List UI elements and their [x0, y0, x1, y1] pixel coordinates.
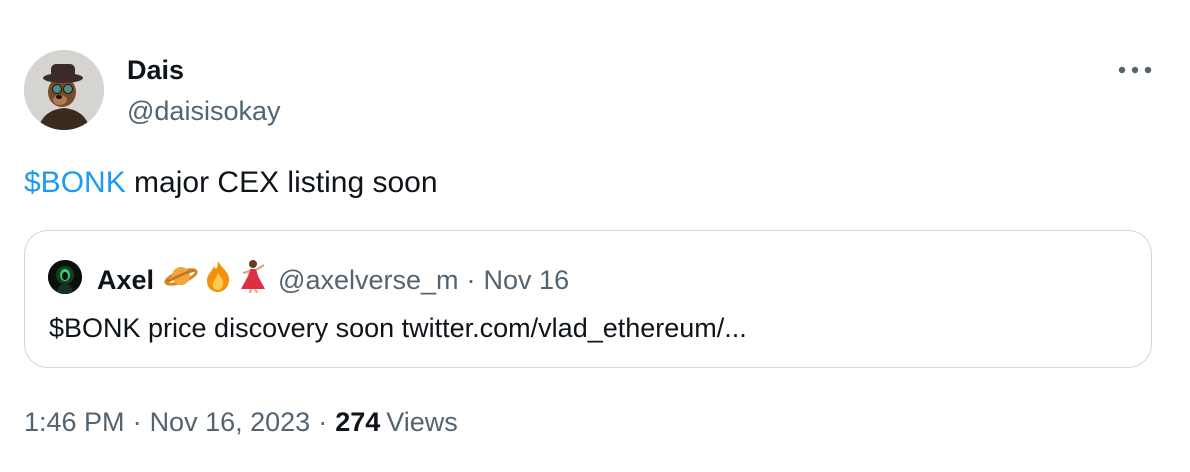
tweet: Dais @daisisokay $BONK major CEX listing…: [0, 0, 1190, 472]
meta-separator: ·: [318, 407, 328, 437]
ringed-planet-emoji: [164, 262, 198, 298]
quote-date: Nov 16: [483, 265, 570, 295]
quote-header: Axel @axelverse_m · Nov 16: [97, 259, 569, 301]
tweet-text-body: major CEX listing soon: [125, 166, 438, 199]
cashtag-link[interactable]: $BONK: [24, 166, 126, 199]
more-dots-icon: [1118, 66, 1152, 74]
author-avatar[interactable]: [24, 50, 104, 130]
quote-separator: ·: [466, 265, 476, 295]
meta-separator: ·: [132, 407, 142, 437]
tweet-date[interactable]: Nov 16, 2023: [150, 407, 311, 437]
tweet-time[interactable]: 1:46 PM: [24, 407, 125, 437]
quote-author-name: Axel: [97, 265, 155, 295]
fire-emoji: [202, 259, 234, 301]
bear-avatar-icon: [24, 50, 104, 130]
quote-author-avatar: [48, 260, 82, 294]
hooded-figure-avatar-icon: [48, 260, 82, 294]
quote-text: $BONK price discovery soon twitter.com/v…: [49, 313, 747, 343]
dancer-emoji: [238, 259, 268, 301]
author-handle[interactable]: @daisisokay: [127, 95, 280, 127]
views-count: 274: [335, 407, 381, 437]
views-label[interactable]: Views: [386, 407, 458, 437]
quote-author-handle: @axelverse_m: [278, 265, 459, 295]
author-display-name[interactable]: Dais: [127, 54, 184, 86]
quoted-tweet-card[interactable]: Axel @axelverse_m · Nov 16 $BONK price d…: [24, 230, 1152, 368]
tweet-text: $BONK major CEX listing soon: [24, 164, 438, 202]
more-options-button[interactable]: [1115, 58, 1155, 82]
tweet-metadata: 1:46 PM · Nov 16, 2023 · 274 Views: [24, 405, 458, 439]
